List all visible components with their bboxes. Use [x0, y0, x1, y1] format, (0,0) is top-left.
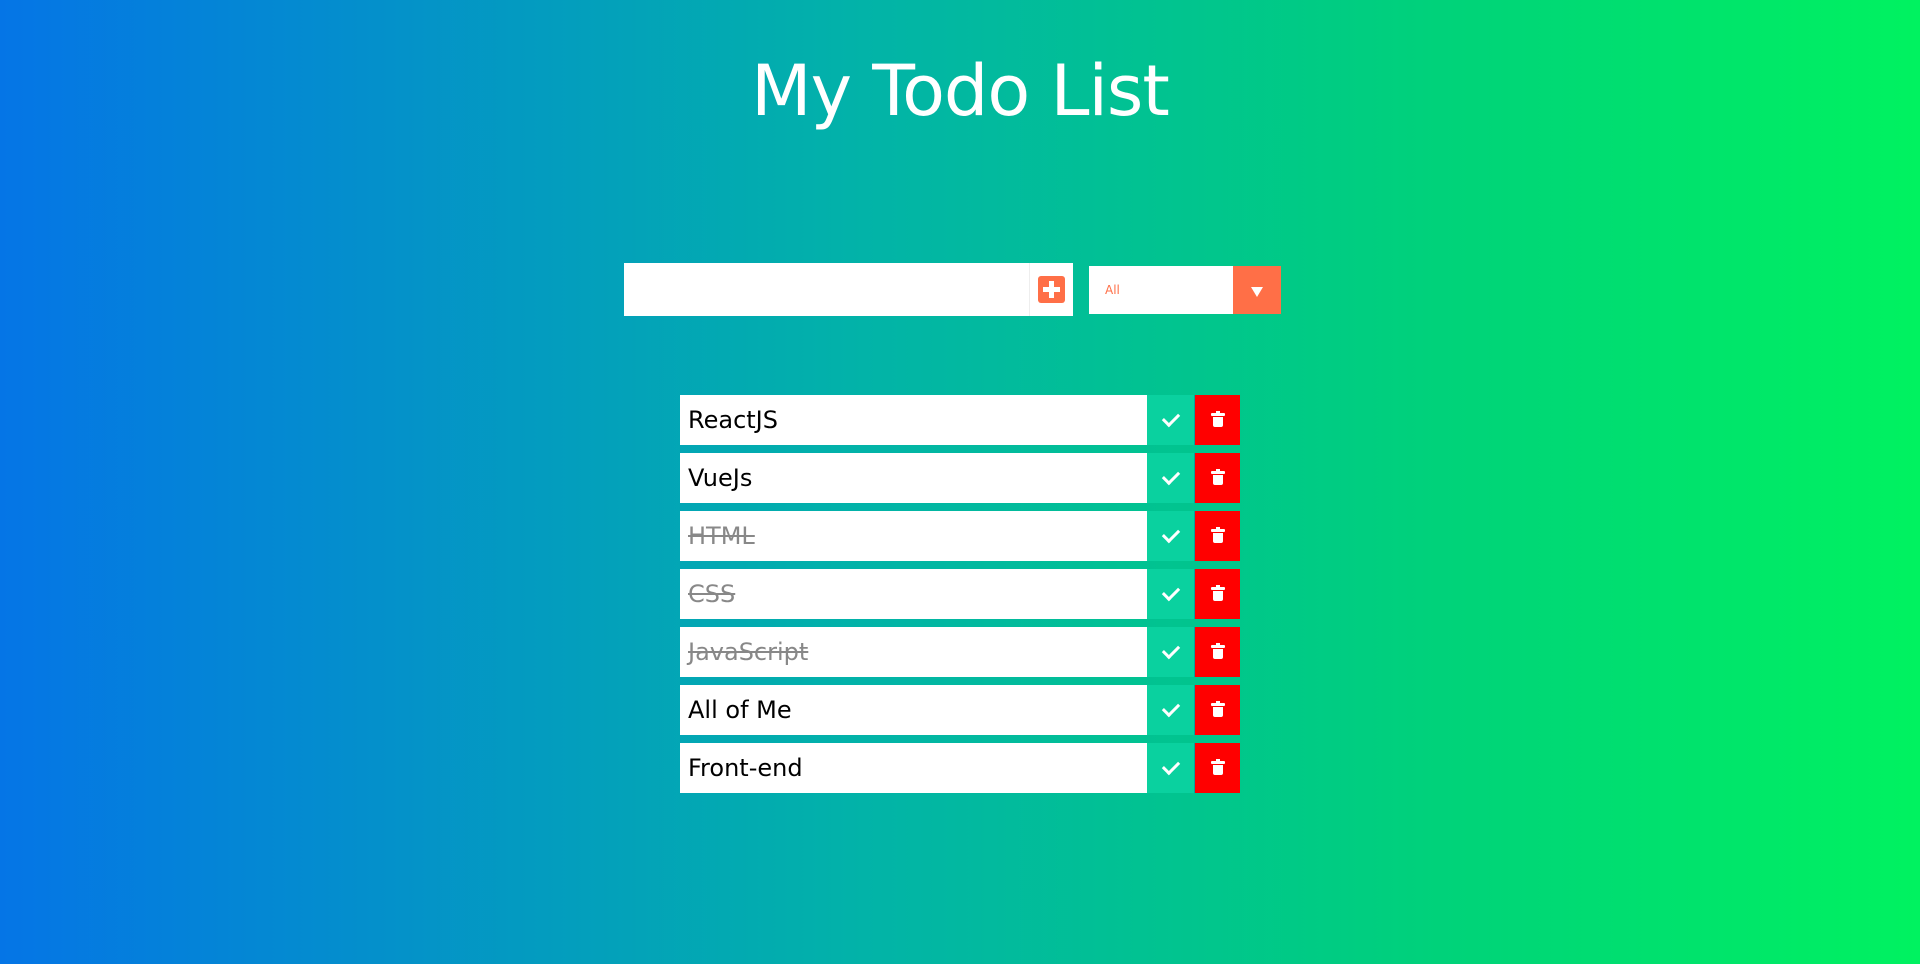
- todo-text: All of Me: [688, 696, 792, 724]
- filter-selected-value: All: [1105, 283, 1120, 297]
- trash-icon: [1210, 585, 1225, 601]
- todo-text: CSS: [688, 580, 736, 608]
- plus-square-icon: [1038, 276, 1065, 303]
- check-icon: [1161, 640, 1180, 660]
- trash-icon: [1210, 759, 1225, 775]
- todo-item: JavaScript: [680, 627, 1240, 677]
- todo-item: Front-end: [680, 743, 1240, 793]
- check-icon: [1161, 698, 1180, 718]
- todo-item: HTML: [680, 511, 1240, 561]
- delete-button[interactable]: [1194, 395, 1240, 445]
- complete-button[interactable]: [1147, 395, 1194, 445]
- delete-button[interactable]: [1194, 627, 1240, 677]
- complete-button[interactable]: [1147, 685, 1194, 735]
- todo-text: Front-end: [688, 754, 803, 782]
- page-title: My Todo List: [751, 50, 1170, 132]
- trash-icon: [1210, 411, 1225, 427]
- todo-item: All of Me: [680, 685, 1240, 735]
- complete-button[interactable]: [1147, 743, 1194, 793]
- trash-icon: [1210, 643, 1225, 659]
- todo-text: VueJs: [688, 464, 753, 492]
- todo-text: ReactJS: [688, 406, 778, 434]
- complete-button[interactable]: [1147, 569, 1194, 619]
- check-icon: [1161, 466, 1180, 486]
- todo-input[interactable]: [624, 263, 1029, 316]
- complete-button[interactable]: [1147, 627, 1194, 677]
- delete-button[interactable]: [1194, 743, 1240, 793]
- todo-item: ReactJS: [680, 395, 1240, 445]
- todo-text: HTML: [688, 522, 755, 550]
- trash-icon: [1210, 527, 1225, 543]
- trash-icon: [1210, 469, 1225, 485]
- add-todo-form: [624, 263, 1073, 316]
- delete-button[interactable]: [1194, 511, 1240, 561]
- filter-dropdown-toggle[interactable]: [1233, 266, 1281, 314]
- check-icon: [1161, 408, 1180, 428]
- todo-item: VueJs: [680, 453, 1240, 503]
- delete-button[interactable]: [1194, 569, 1240, 619]
- add-todo-button[interactable]: [1029, 263, 1073, 316]
- delete-button[interactable]: [1194, 453, 1240, 503]
- check-icon: [1161, 582, 1180, 602]
- todo-item: CSS: [680, 569, 1240, 619]
- complete-button[interactable]: [1147, 511, 1194, 561]
- caret-down-icon: [1251, 287, 1263, 297]
- todo-list: ReactJS VueJs HTML CSS JavaScript All of Me Fr…: [680, 395, 1240, 801]
- trash-icon: [1210, 701, 1225, 717]
- delete-button[interactable]: [1194, 685, 1240, 735]
- filter-select[interactable]: All: [1089, 266, 1281, 314]
- todo-text: JavaScript: [688, 638, 809, 666]
- check-icon: [1161, 524, 1180, 544]
- complete-button[interactable]: [1147, 453, 1194, 503]
- check-icon: [1161, 756, 1180, 776]
